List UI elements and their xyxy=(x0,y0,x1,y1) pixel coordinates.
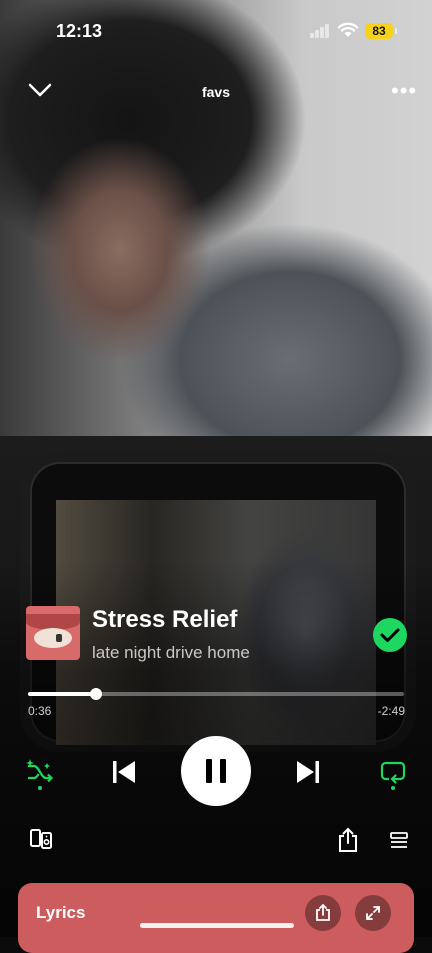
skip-next-icon[interactable] xyxy=(294,756,322,788)
album-art[interactable] xyxy=(26,606,80,660)
queue-icon[interactable] xyxy=(387,828,411,852)
smart-shuffle-icon[interactable] xyxy=(24,756,56,788)
share-icon xyxy=(316,904,330,921)
track-title[interactable]: Stress Relief xyxy=(92,606,237,634)
progress-fill xyxy=(28,692,96,696)
playlist-title: favs xyxy=(201,84,231,100)
pause-button[interactable] xyxy=(181,736,251,806)
remaining-time: -2:49 xyxy=(377,704,405,718)
cellular-signal-icon xyxy=(310,24,330,38)
wifi-icon xyxy=(337,22,359,37)
repeat-icon[interactable] xyxy=(377,756,409,788)
lyrics-label: Lyrics xyxy=(36,903,86,922)
elapsed-time: 0:36 xyxy=(28,704,52,718)
repeat-active-dot xyxy=(391,786,395,790)
progress-handle[interactable] xyxy=(89,688,102,700)
pause-icon xyxy=(202,759,230,783)
expand-icon xyxy=(366,906,380,920)
more-horizontal-icon[interactable]: ••• xyxy=(391,80,417,102)
video-canvas-top xyxy=(0,0,432,436)
lyrics-expand-button[interactable] xyxy=(355,895,391,931)
check-circle-icon[interactable] xyxy=(373,618,407,652)
home-indicator xyxy=(140,923,294,928)
status-time: 12:13 xyxy=(56,21,103,41)
shuffle-active-dot xyxy=(38,786,42,790)
lyrics-share-button[interactable] xyxy=(305,895,341,931)
connect-device-icon[interactable] xyxy=(28,826,54,852)
battery-indicator: 83 xyxy=(365,23,397,39)
skip-previous-icon[interactable] xyxy=(110,756,138,788)
share-icon[interactable] xyxy=(335,826,361,854)
track-subtitle[interactable]: late night drive home xyxy=(92,643,250,663)
